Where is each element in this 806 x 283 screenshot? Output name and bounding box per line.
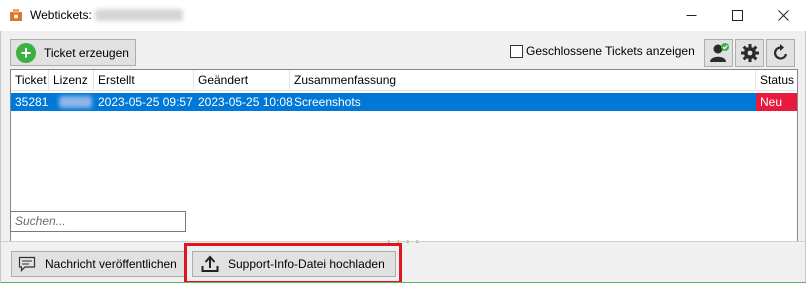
cell-zusammenfassung: Screenshots [294, 95, 361, 109]
user-status-button[interactable] [704, 39, 733, 67]
show-closed-toggle[interactable]: Geschlossene Tickets anzeigen [510, 44, 695, 58]
cell-erstellt: 2023-05-25 09:57 [98, 95, 193, 109]
search-input[interactable]: Suchen... [10, 211, 186, 232]
column-header-ticket[interactable]: Ticket [11, 70, 49, 91]
splitter[interactable] [1, 241, 805, 242]
app-icon [10, 9, 22, 21]
show-closed-label: Geschlossene Tickets anzeigen [526, 44, 695, 58]
show-closed-checkbox[interactable] [510, 44, 523, 58]
client-area: + Ticket erzeugen Geschlossene Tickets a… [0, 31, 806, 283]
table-row[interactable]: 35281 2023-05-25 09:57 2023-05-25 10:08 … [11, 93, 797, 111]
minimize-icon [686, 15, 696, 16]
title-redacted [95, 9, 183, 21]
create-ticket-button[interactable]: + Ticket erzeugen [10, 39, 136, 66]
cell-lizenz-redacted [59, 96, 92, 108]
table-header: Ticket Lizenz Erstellt Geändert Zusammen… [11, 70, 797, 91]
column-header-erstellt[interactable]: Erstellt [94, 70, 194, 91]
column-header-lizenz[interactable]: Lizenz [49, 70, 94, 91]
maximize-button[interactable] [714, 0, 760, 31]
create-ticket-label: Ticket erzeugen [44, 45, 129, 60]
cell-ticket: 35281 [15, 95, 49, 109]
highlight-box [184, 243, 402, 283]
column-header-zusammenfassung[interactable]: Zusammenfassung [290, 70, 756, 91]
message-icon [18, 256, 36, 272]
column-header-status[interactable]: Status [756, 70, 797, 91]
close-button[interactable] [760, 0, 806, 31]
maximize-icon [731, 10, 743, 21]
gear-icon [740, 44, 759, 62]
cell-status-badge: Neu [756, 93, 797, 111]
settings-button[interactable] [735, 39, 764, 67]
publish-message-label: Nachricht veröffentlichen [45, 257, 177, 271]
refresh-button[interactable] [766, 39, 795, 67]
add-icon: + [16, 42, 36, 63]
refresh-icon [773, 44, 787, 60]
minimize-button[interactable] [668, 0, 714, 31]
cell-geaendert: 2023-05-25 10:08 [198, 95, 293, 109]
title-bar: Webtickets: [0, 0, 806, 31]
user-status-icon [709, 43, 729, 62]
publish-message-button[interactable]: Nachricht veröffentlichen [11, 251, 187, 277]
column-header-geaendert[interactable]: Geändert [194, 70, 290, 91]
close-icon [777, 10, 789, 21]
window-title: Webtickets: [30, 8, 92, 22]
